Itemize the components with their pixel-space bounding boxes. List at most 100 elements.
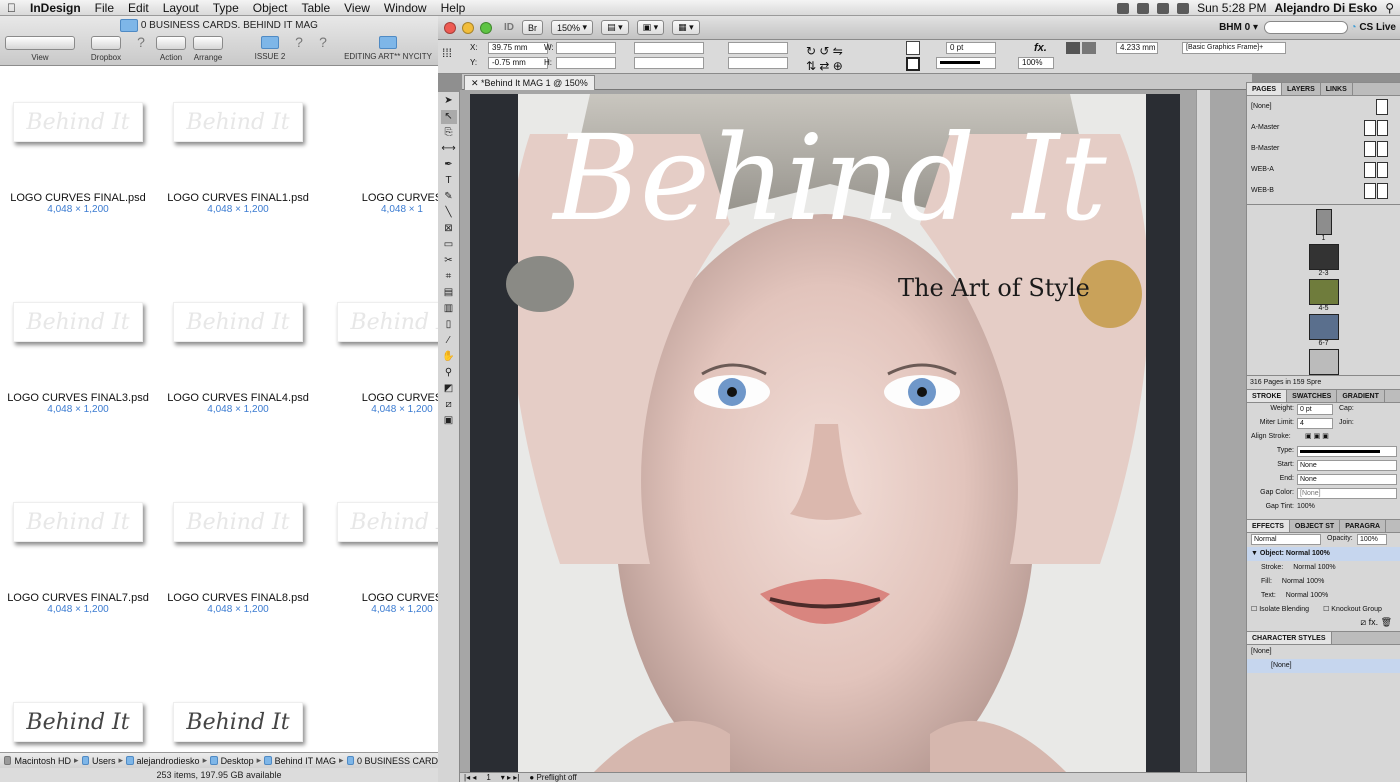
path-item[interactable]: Users — [92, 756, 116, 766]
y-field[interactable]: -0.75 mm — [488, 57, 548, 69]
file-item[interactable]: Behind It — [0, 102, 158, 142]
path-item[interactable]: Macintosh HD — [14, 756, 71, 766]
menu-object[interactable]: Object — [246, 1, 295, 15]
path-item[interactable]: Desktop — [221, 756, 254, 766]
effects-footer-icons[interactable]: ⧄ fx. 🗑 — [1247, 617, 1400, 631]
height-field[interactable] — [556, 57, 616, 69]
tab-layers[interactable]: LAYERS — [1282, 83, 1321, 95]
master-b[interactable]: B-Master — [1247, 138, 1400, 159]
bridge-button[interactable]: Br — [522, 20, 543, 35]
path-item[interactable]: alejandrodiesko — [137, 756, 200, 766]
menu-app[interactable]: InDesign — [23, 1, 88, 15]
master-web-b[interactable]: WEB-B — [1247, 180, 1400, 201]
cover-masthead[interactable]: Behind It — [510, 118, 1150, 238]
width-field[interactable] — [556, 42, 616, 54]
gap-color-select[interactable]: [None] — [1297, 488, 1397, 499]
document-tab[interactable]: ✕ *Behind It MAG 1 @ 150% — [464, 75, 595, 90]
gradient-feather-tool-icon[interactable]: ▥ — [441, 302, 457, 316]
effects-fill-row[interactable]: Fill: Normal 100% — [1247, 575, 1400, 589]
rectangle-tool-icon[interactable]: ▭ — [441, 238, 457, 252]
free-transform-tool-icon[interactable]: ⌗ — [441, 270, 457, 284]
dropbox-button[interactable]: Dropbox — [88, 36, 124, 62]
tab-effects[interactable]: EFFECTS — [1247, 520, 1290, 532]
arrange-button[interactable]: Arrange — [190, 36, 226, 62]
master-web-a[interactable]: WEB-A — [1247, 159, 1400, 180]
next-page-button[interactable]: ▾ ▸ ▸| — [501, 773, 520, 782]
file-thumbnail[interactable]: Behind It — [337, 502, 438, 542]
effects-opacity-input[interactable]: 100% — [1357, 534, 1387, 545]
menu-edit[interactable]: Edit — [121, 1, 156, 15]
rectangle-frame-tool-icon[interactable]: ⊠ — [441, 222, 457, 236]
page-thumb[interactable] — [1315, 209, 1332, 235]
path-item[interactable]: 0 BUSINESS CARD — [357, 756, 438, 766]
file-item[interactable]: LOGO CURVES FINAL8.psd 4,048 × 1,200 — [158, 592, 318, 615]
file-name[interactable]: LOGO CURVES FINAL4.psd — [158, 392, 318, 404]
stroke-swatch[interactable] — [906, 57, 920, 71]
opacity-field[interactable]: 100% — [1018, 57, 1054, 69]
file-thumbnail[interactable]: Behind It — [13, 502, 143, 542]
file-item[interactable]: Behind It — [0, 702, 158, 742]
zoom-button[interactable] — [480, 21, 492, 34]
fx-icon[interactable]: fx. — [1034, 42, 1047, 54]
document-canvas[interactable]: Behind It The Art of Style — [460, 90, 1252, 772]
file-item[interactable]: Behind It — [322, 502, 438, 542]
file-name[interactable]: LOGO CURVES FINAL.psd — [0, 192, 158, 204]
pen-tool-icon[interactable]: ✒ — [441, 158, 457, 172]
view-button[interactable]: View — [2, 36, 78, 62]
shear-field[interactable] — [728, 57, 788, 69]
page-thumb[interactable] — [1308, 349, 1339, 375]
file-item[interactable]: Behind It — [0, 502, 158, 542]
gradient-tool-icon[interactable]: ▤ — [441, 286, 457, 300]
close-button[interactable] — [444, 21, 456, 34]
page-number-field[interactable]: 1 — [486, 773, 490, 782]
master-none[interactable]: [None] — [1247, 96, 1400, 117]
wifi-icon[interactable] — [1137, 2, 1150, 14]
help-icon[interactable]: ? — [316, 34, 330, 50]
file-item[interactable]: Behind It — [158, 502, 318, 542]
selection-tool-icon[interactable]: ➤ — [441, 94, 457, 108]
file-thumbnail[interactable]: Behind It — [13, 302, 143, 342]
line-tool-icon[interactable]: ╲ — [441, 206, 457, 220]
file-thumbnail[interactable]: Behind It — [173, 502, 303, 542]
zoom-tool-icon[interactable]: ⚲ — [441, 366, 457, 380]
page-thumb[interactable] — [1308, 279, 1339, 305]
dimension-field[interactable]: 4.233 mm — [1116, 42, 1158, 54]
miter-input[interactable]: 4 — [1297, 418, 1333, 429]
file-thumbnail[interactable]: Behind It — [173, 302, 303, 342]
stroke-type-select[interactable] — [936, 57, 996, 69]
menu-file[interactable]: File — [88, 1, 121, 15]
action-button[interactable]: Action — [154, 36, 188, 62]
page-tool-icon[interactable]: ⎘ — [441, 126, 457, 140]
align-stroke-icons[interactable]: ▣▣▣ — [1305, 432, 1331, 440]
fill-swatch[interactable] — [906, 41, 920, 55]
scissors-tool-icon[interactable]: ✂ — [441, 254, 457, 268]
menu-help[interactable]: Help — [434, 1, 473, 15]
flip-icon[interactable]: ⇅ ⇄ ⊕ — [806, 59, 843, 73]
minimize-button[interactable] — [462, 21, 474, 34]
workspace-switcher[interactable]: BHM 0 ▾ — [1219, 22, 1258, 33]
file-item[interactable]: LOGO CURVES FINAL1.psd 4,048 × 1,200 — [158, 192, 318, 215]
tab-gradient[interactable]: GRADIENT — [1337, 390, 1385, 402]
effects-stroke-row[interactable]: Stroke: Normal 100% — [1247, 561, 1400, 575]
arrange-docs-icon[interactable]: ▦ ▾ — [672, 20, 700, 35]
x-field[interactable]: 39.75 mm — [488, 42, 548, 54]
file-item[interactable]: LOGO CURVES FINAL.psd 4,048 × 1,200 — [0, 192, 158, 215]
master-a[interactable]: A-Master — [1247, 117, 1400, 138]
wrap-icon[interactable] — [1082, 42, 1096, 54]
tab-object-styles[interactable]: OBJECT ST — [1290, 520, 1341, 532]
cover-tagline[interactable]: The Art of Style — [898, 274, 1090, 302]
rotation-field[interactable] — [728, 42, 788, 54]
file-item[interactable]: Behind It — [0, 302, 158, 342]
file-thumbnail[interactable]: Behind It — [173, 102, 303, 142]
apple-icon[interactable]:  — [0, 1, 23, 15]
help-icon[interactable]: ? — [292, 34, 306, 50]
file-item[interactable]: LOGO CURVES FINAL3.psd 4,048 × 1,200 — [0, 392, 158, 415]
page-thumb[interactable] — [1308, 244, 1339, 270]
file-name[interactable]: LOGO CURVES FINAL7.psd — [0, 592, 158, 604]
file-name[interactable]: LOGO CURVES FINAL8.psd — [158, 592, 318, 604]
screen-mode-icon[interactable]: ▣ — [441, 414, 457, 428]
isolate-blending-checkbox[interactable]: ☐ Isolate Blending — [1251, 603, 1309, 617]
pencil-tool-icon[interactable]: ✎ — [441, 190, 457, 204]
object-style-select[interactable]: [Basic Graphics Frame]+ — [1182, 42, 1286, 54]
battery-icon[interactable] — [1177, 2, 1190, 14]
